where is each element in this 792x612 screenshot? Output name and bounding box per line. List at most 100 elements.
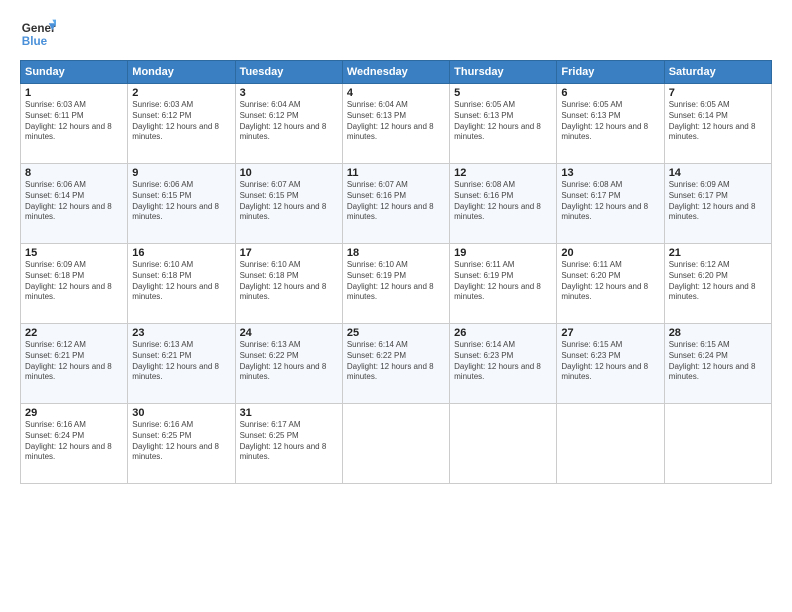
calendar-cell — [450, 404, 557, 484]
calendar-cell: 22Sunrise: 6:12 AMSunset: 6:21 PMDayligh… — [21, 324, 128, 404]
header: General Blue — [20, 16, 772, 52]
calendar-cell: 15Sunrise: 6:09 AMSunset: 6:18 PMDayligh… — [21, 244, 128, 324]
week-row: 29Sunrise: 6:16 AMSunset: 6:24 PMDayligh… — [21, 404, 772, 484]
calendar-cell: 28Sunrise: 6:15 AMSunset: 6:24 PMDayligh… — [664, 324, 771, 404]
day-number: 25 — [347, 327, 445, 339]
calendar-cell: 6Sunrise: 6:05 AMSunset: 6:13 PMDaylight… — [557, 84, 664, 164]
col-header-monday: Monday — [128, 61, 235, 84]
day-number: 30 — [132, 407, 230, 419]
day-number: 5 — [454, 87, 552, 99]
day-info: Sunrise: 6:03 AMSunset: 6:11 PMDaylight:… — [25, 100, 123, 143]
week-row: 15Sunrise: 6:09 AMSunset: 6:18 PMDayligh… — [21, 244, 772, 324]
day-info: Sunrise: 6:06 AMSunset: 6:14 PMDaylight:… — [25, 180, 123, 223]
day-info: Sunrise: 6:10 AMSunset: 6:19 PMDaylight:… — [347, 260, 445, 303]
day-number: 12 — [454, 167, 552, 179]
logo: General Blue — [20, 16, 56, 52]
day-info: Sunrise: 6:08 AMSunset: 6:17 PMDaylight:… — [561, 180, 659, 223]
day-info: Sunrise: 6:11 AMSunset: 6:20 PMDaylight:… — [561, 260, 659, 303]
day-number: 16 — [132, 247, 230, 259]
calendar-cell: 21Sunrise: 6:12 AMSunset: 6:20 PMDayligh… — [664, 244, 771, 324]
day-number: 3 — [240, 87, 338, 99]
svg-text:Blue: Blue — [22, 35, 48, 48]
day-info: Sunrise: 6:10 AMSunset: 6:18 PMDaylight:… — [240, 260, 338, 303]
calendar-cell: 13Sunrise: 6:08 AMSunset: 6:17 PMDayligh… — [557, 164, 664, 244]
day-number: 29 — [25, 407, 123, 419]
logo-icon: General Blue — [20, 16, 56, 52]
calendar-cell: 19Sunrise: 6:11 AMSunset: 6:19 PMDayligh… — [450, 244, 557, 324]
calendar-cell: 1Sunrise: 6:03 AMSunset: 6:11 PMDaylight… — [21, 84, 128, 164]
day-info: Sunrise: 6:06 AMSunset: 6:15 PMDaylight:… — [132, 180, 230, 223]
day-info: Sunrise: 6:05 AMSunset: 6:13 PMDaylight:… — [454, 100, 552, 143]
col-header-thursday: Thursday — [450, 61, 557, 84]
day-info: Sunrise: 6:16 AMSunset: 6:25 PMDaylight:… — [132, 420, 230, 463]
day-info: Sunrise: 6:11 AMSunset: 6:19 PMDaylight:… — [454, 260, 552, 303]
calendar-cell: 23Sunrise: 6:13 AMSunset: 6:21 PMDayligh… — [128, 324, 235, 404]
calendar-cell: 11Sunrise: 6:07 AMSunset: 6:16 PMDayligh… — [342, 164, 449, 244]
day-info: Sunrise: 6:12 AMSunset: 6:21 PMDaylight:… — [25, 340, 123, 383]
calendar-cell: 27Sunrise: 6:15 AMSunset: 6:23 PMDayligh… — [557, 324, 664, 404]
calendar-cell: 18Sunrise: 6:10 AMSunset: 6:19 PMDayligh… — [342, 244, 449, 324]
day-info: Sunrise: 6:03 AMSunset: 6:12 PMDaylight:… — [132, 100, 230, 143]
day-info: Sunrise: 6:05 AMSunset: 6:14 PMDaylight:… — [669, 100, 767, 143]
day-number: 28 — [669, 327, 767, 339]
calendar-cell — [342, 404, 449, 484]
calendar-table: SundayMondayTuesdayWednesdayThursdayFrid… — [20, 60, 772, 484]
day-info: Sunrise: 6:12 AMSunset: 6:20 PMDaylight:… — [669, 260, 767, 303]
day-number: 4 — [347, 87, 445, 99]
calendar-cell: 17Sunrise: 6:10 AMSunset: 6:18 PMDayligh… — [235, 244, 342, 324]
calendar-cell: 4Sunrise: 6:04 AMSunset: 6:13 PMDaylight… — [342, 84, 449, 164]
calendar-cell: 20Sunrise: 6:11 AMSunset: 6:20 PMDayligh… — [557, 244, 664, 324]
day-number: 15 — [25, 247, 123, 259]
day-number: 10 — [240, 167, 338, 179]
day-info: Sunrise: 6:14 AMSunset: 6:22 PMDaylight:… — [347, 340, 445, 383]
day-info: Sunrise: 6:09 AMSunset: 6:18 PMDaylight:… — [25, 260, 123, 303]
day-info: Sunrise: 6:04 AMSunset: 6:13 PMDaylight:… — [347, 100, 445, 143]
calendar-cell: 2Sunrise: 6:03 AMSunset: 6:12 PMDaylight… — [128, 84, 235, 164]
day-number: 7 — [669, 87, 767, 99]
calendar-cell: 25Sunrise: 6:14 AMSunset: 6:22 PMDayligh… — [342, 324, 449, 404]
day-number: 24 — [240, 327, 338, 339]
day-number: 1 — [25, 87, 123, 99]
col-header-sunday: Sunday — [21, 61, 128, 84]
day-number: 8 — [25, 167, 123, 179]
day-number: 9 — [132, 167, 230, 179]
col-header-friday: Friday — [557, 61, 664, 84]
calendar-cell: 10Sunrise: 6:07 AMSunset: 6:15 PMDayligh… — [235, 164, 342, 244]
day-number: 26 — [454, 327, 552, 339]
day-number: 22 — [25, 327, 123, 339]
calendar-cell: 14Sunrise: 6:09 AMSunset: 6:17 PMDayligh… — [664, 164, 771, 244]
day-number: 21 — [669, 247, 767, 259]
day-number: 11 — [347, 167, 445, 179]
day-info: Sunrise: 6:05 AMSunset: 6:13 PMDaylight:… — [561, 100, 659, 143]
day-number: 19 — [454, 247, 552, 259]
calendar-cell — [557, 404, 664, 484]
week-row: 1Sunrise: 6:03 AMSunset: 6:11 PMDaylight… — [21, 84, 772, 164]
calendar-cell: 31Sunrise: 6:17 AMSunset: 6:25 PMDayligh… — [235, 404, 342, 484]
header-row: SundayMondayTuesdayWednesdayThursdayFrid… — [21, 61, 772, 84]
calendar-cell: 8Sunrise: 6:06 AMSunset: 6:14 PMDaylight… — [21, 164, 128, 244]
calendar-cell: 7Sunrise: 6:05 AMSunset: 6:14 PMDaylight… — [664, 84, 771, 164]
day-info: Sunrise: 6:17 AMSunset: 6:25 PMDaylight:… — [240, 420, 338, 463]
day-info: Sunrise: 6:14 AMSunset: 6:23 PMDaylight:… — [454, 340, 552, 383]
day-number: 17 — [240, 247, 338, 259]
calendar-cell — [664, 404, 771, 484]
day-info: Sunrise: 6:04 AMSunset: 6:12 PMDaylight:… — [240, 100, 338, 143]
day-number: 20 — [561, 247, 659, 259]
calendar-cell: 12Sunrise: 6:08 AMSunset: 6:16 PMDayligh… — [450, 164, 557, 244]
day-info: Sunrise: 6:15 AMSunset: 6:24 PMDaylight:… — [669, 340, 767, 383]
day-info: Sunrise: 6:16 AMSunset: 6:24 PMDaylight:… — [25, 420, 123, 463]
week-row: 22Sunrise: 6:12 AMSunset: 6:21 PMDayligh… — [21, 324, 772, 404]
calendar-cell: 29Sunrise: 6:16 AMSunset: 6:24 PMDayligh… — [21, 404, 128, 484]
calendar-cell: 24Sunrise: 6:13 AMSunset: 6:22 PMDayligh… — [235, 324, 342, 404]
day-info: Sunrise: 6:09 AMSunset: 6:17 PMDaylight:… — [669, 180, 767, 223]
day-number: 13 — [561, 167, 659, 179]
day-number: 27 — [561, 327, 659, 339]
day-number: 18 — [347, 247, 445, 259]
calendar-cell: 26Sunrise: 6:14 AMSunset: 6:23 PMDayligh… — [450, 324, 557, 404]
calendar-cell: 3Sunrise: 6:04 AMSunset: 6:12 PMDaylight… — [235, 84, 342, 164]
week-row: 8Sunrise: 6:06 AMSunset: 6:14 PMDaylight… — [21, 164, 772, 244]
calendar-cell: 30Sunrise: 6:16 AMSunset: 6:25 PMDayligh… — [128, 404, 235, 484]
day-info: Sunrise: 6:13 AMSunset: 6:21 PMDaylight:… — [132, 340, 230, 383]
col-header-saturday: Saturday — [664, 61, 771, 84]
day-info: Sunrise: 6:07 AMSunset: 6:15 PMDaylight:… — [240, 180, 338, 223]
